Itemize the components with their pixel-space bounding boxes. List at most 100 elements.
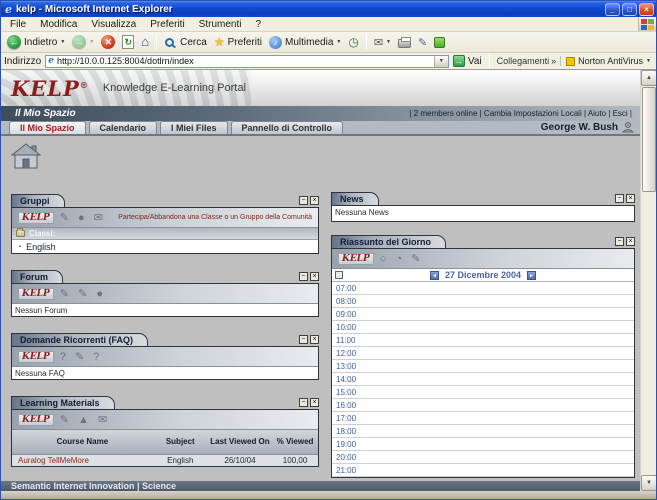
browser-viewport: KELP® Knowledge E-Learning Portal Il Mio… (1, 70, 656, 491)
portlet-minimize-icon[interactable]: − (299, 398, 308, 407)
address-input[interactable] (54, 56, 434, 67)
portlet-minimize-icon[interactable]: − (615, 237, 624, 246)
calendar-date: 27 Dicembre 2004 (445, 270, 521, 280)
next-day-button[interactable]: ► (527, 271, 536, 280)
classi-label: Classi: (29, 229, 55, 238)
banner-doodles-icon: ✎ ● ✉ (60, 211, 106, 224)
portlet-minimize-icon[interactable]: − (299, 196, 308, 205)
portlet-close-icon[interactable]: × (310, 335, 319, 344)
messenger-button[interactable] (431, 36, 448, 49)
portlet-close-icon[interactable]: × (626, 237, 635, 246)
mail-dropdown-icon[interactable]: ▼ (386, 39, 391, 45)
address-dropdown-icon[interactable]: ▼ (434, 56, 448, 67)
minimize-button[interactable]: _ (605, 3, 620, 16)
banner-doodles-icon: ○ ◔ ✎ (380, 252, 424, 265)
prev-day-button[interactable]: ◄ (430, 271, 439, 280)
home-button[interactable]: ⌂ (138, 34, 152, 50)
back-button[interactable]: ← Indietro ▼ (4, 34, 68, 50)
norton-icon (566, 57, 575, 66)
kelp-logo: KELP® (11, 76, 89, 101)
vertical-scrollbar[interactable]: ▲ ▼ (640, 70, 656, 491)
left-column: Gruppi − × KELP ✎ ● ✉ Partecipa/Abbandon… (11, 194, 319, 483)
norton-button[interactable]: Norton AntiVirus ▼ (560, 56, 653, 66)
tab-calendario[interactable]: Calendario (89, 121, 158, 134)
time-slot[interactable]: 08:00 (332, 295, 634, 308)
portlet-forum: Forum − × KELP ✎ ✎ ● Nessun Forum (11, 270, 319, 317)
portlet-minimize-icon[interactable]: − (299, 272, 308, 281)
kelp-subtitle: Knowledge E-Learning Portal (103, 82, 246, 94)
portlet-close-icon[interactable]: × (310, 398, 319, 407)
back-dropdown-icon[interactable]: ▼ (60, 39, 65, 45)
kelp-mini-logo: KELP (18, 414, 54, 426)
course-link[interactable]: Auralog TellMeMore (12, 454, 153, 466)
refresh-button[interactable]: ↻ (119, 34, 137, 50)
portlet-gruppi: Gruppi − × KELP ✎ ● ✉ Partecipa/Abbandon… (11, 194, 319, 254)
time-slot[interactable]: 20:00 (332, 451, 634, 464)
class-item-english[interactable]: ▪ English (12, 240, 318, 253)
norton-dropdown-icon[interactable]: ▼ (646, 58, 651, 64)
menu-strumenti[interactable]: Strumenti (192, 19, 249, 30)
class-link[interactable]: English (26, 242, 56, 252)
favorites-button[interactable]: ★ Preferiti (211, 34, 265, 50)
mail-icon: ✉ (374, 36, 383, 49)
ie-window-icon: e (5, 3, 12, 16)
time-slot[interactable]: 21:00 (332, 464, 634, 477)
time-slot[interactable]: 16:00 (332, 399, 634, 412)
print-button[interactable] (395, 35, 414, 49)
portlet-close-icon[interactable]: × (626, 194, 635, 203)
maximize-button[interactable]: □ (622, 3, 637, 16)
menu-file[interactable]: File (3, 19, 33, 30)
portlet-close-icon[interactable]: × (310, 196, 319, 205)
menu-help[interactable]: ? (248, 19, 268, 30)
portlet-news: News − × Nessuna News (331, 192, 635, 222)
time-slot[interactable]: 15:00 (332, 386, 634, 399)
portlet-minimize-icon[interactable]: − (615, 194, 624, 203)
close-button[interactable]: × (639, 3, 654, 16)
last-viewed-cell: 26/10/04 (208, 454, 272, 466)
mail-button[interactable]: ✉ ▼ (371, 35, 394, 50)
menu-modifica[interactable]: Modifica (33, 19, 84, 30)
menu-preferiti[interactable]: Preferiti (143, 19, 191, 30)
menu-visualizza[interactable]: Visualizza (84, 19, 143, 30)
home-page-icon[interactable] (9, 142, 43, 172)
time-slot[interactable]: 07:00 (332, 282, 634, 295)
history-button[interactable]: ◷ (345, 35, 361, 50)
titlebar[interactable]: e kelp - Microsoft Internet Explorer _ □… (1, 1, 656, 17)
browser-window: e kelp - Microsoft Internet Explorer _ □… (0, 0, 657, 500)
address-field[interactable]: e ▼ (45, 55, 449, 68)
portlet-minimize-icon[interactable]: − (299, 335, 308, 344)
time-slot[interactable]: 09:00 (332, 308, 634, 321)
search-button[interactable]: Cerca (161, 35, 210, 50)
table-row: Auralog TellMeMore English 26/10/04 100,… (12, 454, 318, 466)
scroll-up-button[interactable]: ▲ (641, 70, 656, 86)
kelp-mini-logo: KELP (338, 253, 374, 265)
header-links[interactable]: | 2 members online | Cambia Impostazioni… (410, 109, 633, 118)
portlet-controls: − × (299, 272, 319, 283)
tab-il-mio-spazio[interactable]: Il Mio Spazio (9, 121, 86, 134)
time-slot[interactable]: 17:00 (332, 412, 634, 425)
edit-button[interactable]: ✎ (415, 35, 430, 50)
go-button[interactable]: → Vai (453, 55, 482, 67)
stop-button[interactable]: ✕ (98, 34, 118, 50)
portlet-faq: Domande Ricorrenti (FAQ) − × KELP ? ✎ ? (11, 333, 319, 380)
scrollbar-thumb[interactable] (642, 87, 656, 192)
time-slot[interactable]: 18:00 (332, 425, 634, 438)
menu-bar: File Modifica Visualizza Preferiti Strum… (1, 17, 656, 32)
media-dropdown-icon[interactable]: ▼ (336, 39, 341, 45)
tab-pannello-di-controllo[interactable]: Pannello di Controllo (231, 121, 344, 134)
tab-i-miei-files[interactable]: I Miei Files (160, 121, 228, 134)
scroll-down-button[interactable]: ▼ (641, 475, 656, 491)
time-slot[interactable]: 10:00 (332, 321, 634, 334)
time-slot[interactable]: 19:00 (332, 438, 634, 451)
time-slot[interactable]: 14:00 (332, 373, 634, 386)
forward-button[interactable]: → ▼ (69, 34, 97, 50)
links-button[interactable]: Collegamenti » (497, 56, 557, 66)
gruppi-banner-link[interactable]: Partecipa/Abbandona una Classe o un Grup… (118, 214, 312, 221)
time-slot[interactable]: 12:00 (332, 347, 634, 360)
faq-banner: KELP ? ✎ ? (12, 347, 318, 367)
time-slot[interactable]: 11:00 (332, 334, 634, 347)
classi-header: Classi: (12, 228, 318, 240)
portlet-close-icon[interactable]: × (310, 272, 319, 281)
media-button[interactable]: ♪ Multimedia ▼ (266, 35, 344, 50)
time-slot[interactable]: 13:00 (332, 360, 634, 373)
